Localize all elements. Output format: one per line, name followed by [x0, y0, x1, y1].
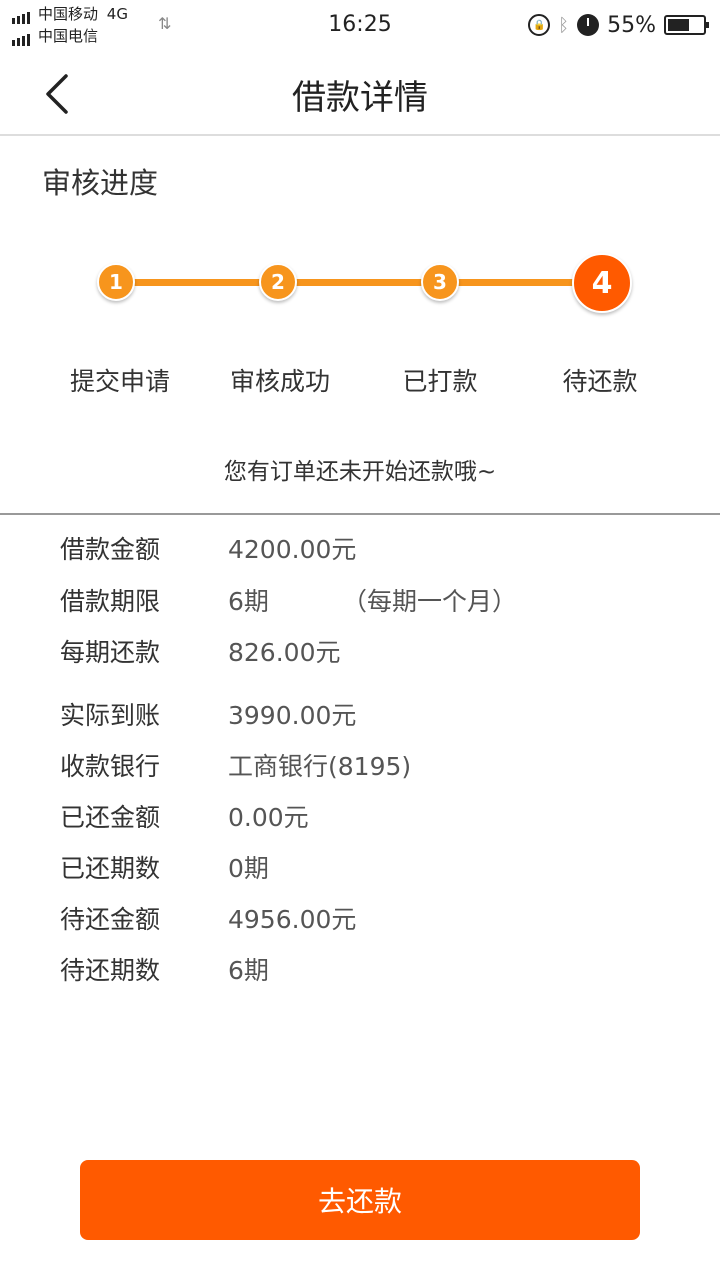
detail-value: 0.00元	[228, 803, 309, 832]
progress-title: 审核进度	[42, 166, 159, 200]
detail-row-bank: 收款银行 工商银行(8195)	[0, 747, 720, 787]
battery-percent: 55%	[607, 12, 656, 38]
detail-label: 已还金额	[60, 803, 161, 832]
status-icons: 🔒 ᛒ 55%	[528, 10, 709, 40]
status-bar: 中国移动 4G 中国电信 ⇅ 16:25 🔒 ᛒ 55%	[0, 0, 720, 52]
step-2-label: 审核成功	[229, 367, 330, 396]
repay-button[interactable]: 去还款	[80, 1160, 640, 1240]
detail-row-received: 实际到账 3990.00元	[0, 696, 720, 736]
repayment-notice: 您有订单还未开始还款哦~	[223, 459, 497, 485]
detail-label: 待还金额	[60, 905, 161, 934]
detail-label: 每期还款	[60, 638, 161, 667]
detail-value: 3990.00元	[228, 701, 357, 730]
detail-row-loan-amount: 借款金额 4200.00元	[0, 530, 720, 570]
detail-row-repaid-periods: 已还期数 0期	[0, 849, 720, 889]
detail-value: 4200.00元	[228, 535, 357, 564]
divider	[0, 513, 720, 515]
detail-row-repaid-amount: 已还金额 0.00元	[0, 798, 720, 838]
rotation-lock-icon: 🔒	[528, 14, 551, 36]
detail-label: 借款金额	[60, 535, 161, 564]
step-3-marker: 3	[421, 263, 459, 301]
battery-icon	[664, 15, 709, 35]
detail-value: 826.00元	[228, 638, 341, 667]
bluetooth-icon: ᛒ	[558, 14, 570, 36]
detail-row-due-periods: 待还期数 6期	[0, 951, 720, 991]
detail-row-installment: 每期还款 826.00元	[0, 633, 720, 673]
step-4-label: 待还款	[562, 367, 638, 396]
detail-value: 工商银行(8195)	[228, 752, 412, 781]
detail-value: 6期	[228, 956, 269, 985]
detail-row-loan-term: 借款期限 6期 （每期一个月）	[0, 582, 720, 622]
step-1-marker: 1	[97, 263, 135, 301]
detail-value: 4956.00元	[228, 905, 357, 934]
progress-steps: 1 2 3 4	[0, 250, 720, 330]
step-1-label: 提交申请	[69, 367, 170, 396]
step-3-label: 已打款	[402, 367, 478, 396]
detail-label: 已还期数	[60, 854, 161, 883]
detail-row-due-amount: 待还金额 4956.00元	[0, 900, 720, 940]
alarm-icon	[577, 14, 600, 36]
detail-value: 0期	[228, 854, 269, 883]
page-title: 借款详情	[292, 78, 428, 118]
detail-label: 借款期限	[60, 587, 161, 616]
step-4-marker-active: 4	[572, 253, 632, 313]
detail-value: 6期	[228, 587, 269, 616]
detail-label: 收款银行	[60, 752, 161, 781]
detail-label: 实际到账	[60, 701, 161, 730]
step-2-marker: 2	[259, 263, 297, 301]
detail-label: 待还期数	[60, 956, 161, 985]
detail-note: （每期一个月）	[342, 587, 518, 616]
nav-bar: 借款详情	[0, 52, 720, 136]
progress-line	[118, 279, 602, 286]
